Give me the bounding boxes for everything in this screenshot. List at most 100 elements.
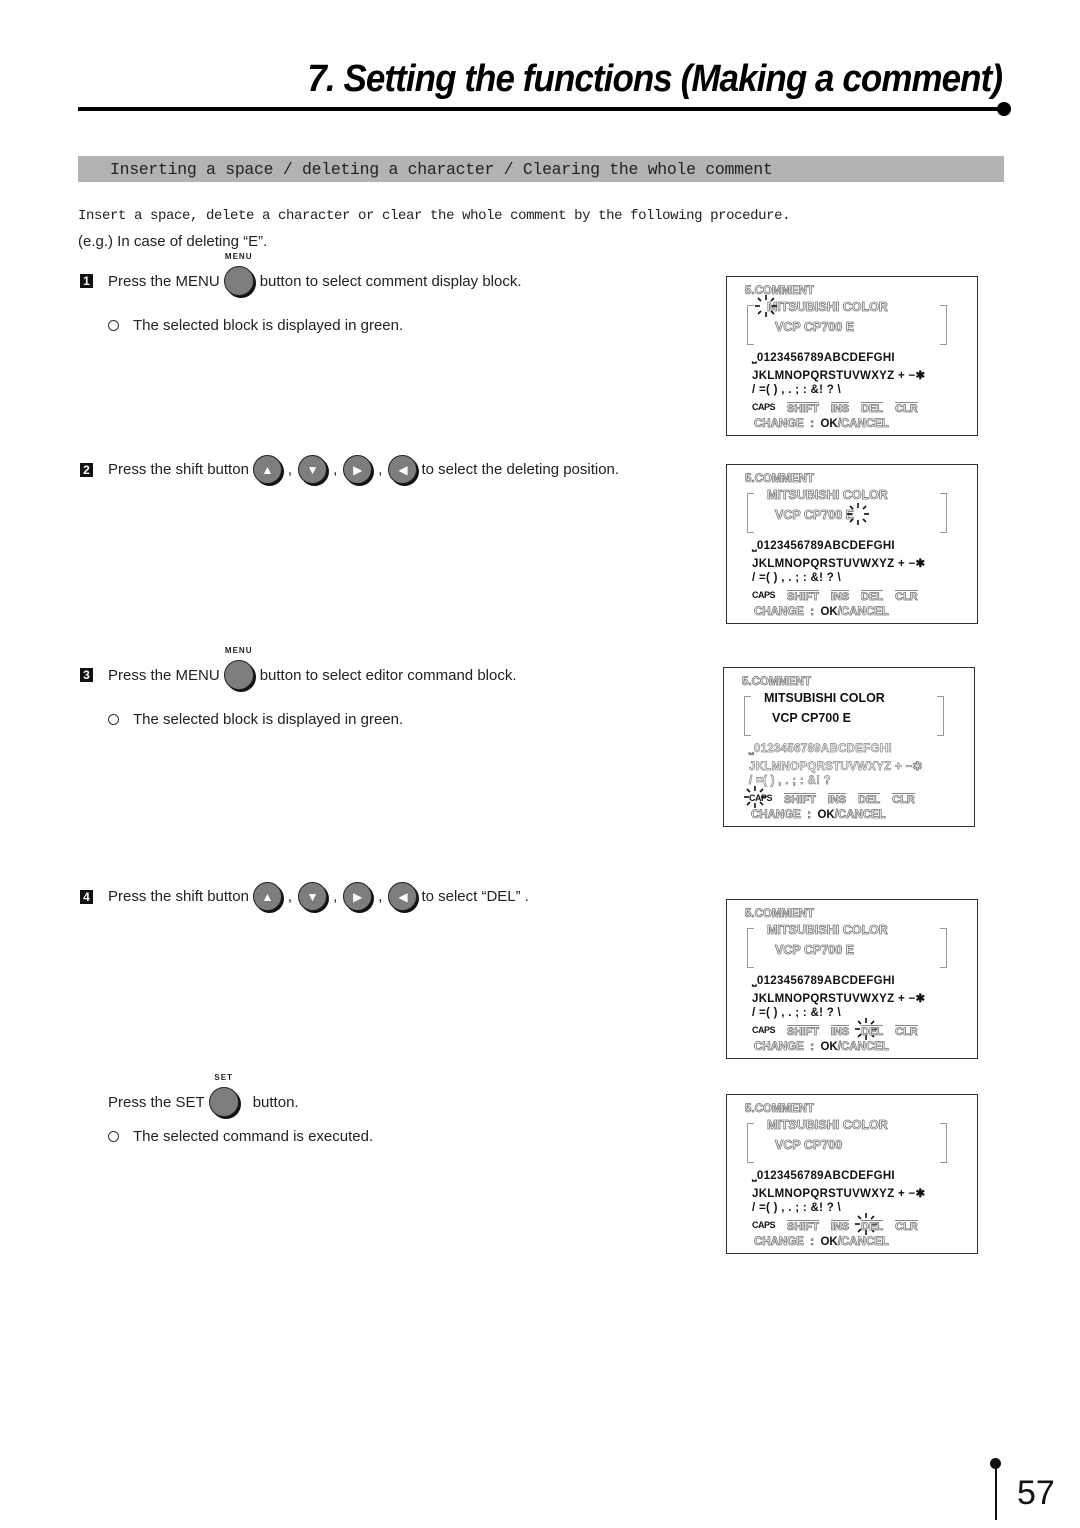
char-row-3: / =( ) , . ; : &! ? \: [752, 572, 842, 584]
cmd-del: DEL: [861, 1025, 884, 1038]
char-row-1: ⎵0123456789ABCDEFGHI: [752, 540, 895, 552]
cmd-del: DEL: [861, 590, 884, 603]
cancel-label: /CANCEL: [837, 606, 889, 619]
section-heading: Inserting a space / deleting a character…: [110, 160, 773, 179]
ok-label: OK: [820, 1236, 838, 1248]
colon: :: [807, 809, 812, 822]
cancel-label: /CANCEL: [837, 1041, 889, 1054]
cmd-clr: CLR: [895, 402, 918, 415]
step-number: [80, 1095, 93, 1109]
menu-button-icon: MENU: [223, 646, 254, 690]
change-row: CHANGE : OK/CANCEL: [751, 809, 887, 822]
step-text-after: to select “DEL” .: [421, 888, 529, 905]
bracket-left: [747, 1123, 754, 1163]
command-row: CAPS SHIFT INS DEL CLR: [752, 1025, 918, 1038]
step-text-before: Press the MENU: [108, 272, 220, 290]
step-1: 1 Press the MENU MENU button to select c…: [80, 252, 522, 296]
osd-screen-3: 5.COMMENT MITSUBISHI COLOR VCP CP700 E ⎵…: [723, 667, 975, 827]
right-arrow-button-icon: ▶: [343, 882, 373, 911]
page-number: 57: [1017, 1474, 1055, 1512]
cmd-shift: SHIFT: [787, 402, 819, 415]
cmd-ins: INS: [827, 793, 847, 806]
cmd-del: DEL: [861, 1220, 884, 1233]
cmd-caps: CAPS: [752, 1220, 776, 1230]
step-5: Press the SET SET button.: [80, 1073, 299, 1117]
bullet-circle-icon: [108, 1131, 119, 1142]
set-button-caption: SET: [214, 1073, 233, 1082]
comment-line-2: VCP CP700 E: [772, 711, 851, 725]
change-label: CHANGE: [754, 1041, 805, 1054]
bracket-right: [940, 305, 947, 345]
up-arrow-button-icon: ▲: [252, 882, 282, 911]
osd-screen-2: 5.COMMENT MITSUBISHI COLOR VCP CP700 E ⎵…: [726, 464, 978, 624]
cancel-label: /CANCEL: [837, 418, 889, 431]
ok-label: OK: [820, 1041, 838, 1053]
menu-button-caption: MENU: [224, 646, 253, 655]
bracket-right: [940, 1123, 947, 1163]
comment-line-1: MITSUBISHI COLOR: [767, 923, 889, 938]
bracket-left: [747, 305, 754, 345]
left-arrow-button-icon: ◀: [388, 882, 418, 911]
menu-button-caption: MENU: [224, 252, 253, 261]
bullet-circle-icon: [108, 320, 119, 331]
command-row: CAPS SHIFT INS DEL CLR: [752, 1220, 918, 1233]
change-row: CHANGE : OK/CANCEL: [754, 1236, 890, 1249]
step-3-note: The selected block is displayed in green…: [108, 711, 403, 728]
command-row: CAPS SHIFT INS DEL CLR: [749, 793, 915, 806]
cmd-caps: CAPS: [749, 793, 773, 803]
down-arrow-button-icon: ▼: [298, 455, 328, 484]
colon: :: [810, 1236, 815, 1249]
down-arrow-button-icon: ▼: [298, 882, 328, 911]
osd-screen-4: 5.COMMENT MITSUBISHI COLOR VCP CP700 E ⎵…: [726, 899, 978, 1059]
ok-label: OK: [820, 606, 838, 618]
note-text: The selected block is displayed in green…: [133, 711, 404, 728]
osd-title: 5.COMMENT: [742, 676, 812, 689]
step-text-before: Press the SET: [108, 1093, 205, 1111]
command-row: CAPS SHIFT INS DEL CLR: [752, 402, 918, 415]
step-number: 3: [80, 668, 93, 682]
colon: :: [810, 418, 815, 431]
cmd-ins: INS: [830, 402, 850, 415]
colon: :: [810, 606, 815, 619]
bracket-right: [940, 928, 947, 968]
cmd-caps: CAPS: [752, 590, 776, 600]
step-text-before: Press the shift button: [108, 888, 249, 905]
colon: :: [810, 1041, 815, 1054]
char-row-3: / =( ) , . ; : &! ? \: [752, 1007, 842, 1019]
comment-line-1: MITSUBISHI COLOR: [767, 1118, 889, 1133]
left-arrow-button-icon: ◀: [388, 455, 418, 484]
osd-title: 5.COMMENT: [745, 908, 815, 921]
cmd-ins: INS: [830, 1220, 850, 1233]
cmd-shift: SHIFT: [787, 1220, 819, 1233]
example-text: (e.g.) In case of deleting “E”.: [78, 233, 268, 250]
osd-screen-1: 5.COMMENT MITSUBISHI COLOR VCP CP700 E ⎵…: [726, 276, 978, 436]
cmd-caps: CAPS: [752, 1025, 776, 1035]
title-rule: [78, 107, 1006, 111]
cmd-shift: SHIFT: [784, 793, 816, 806]
cmd-shift: SHIFT: [787, 1025, 819, 1038]
comment-line-2: VCP CP700 E: [775, 943, 855, 958]
step-5-note: The selected command is executed.: [108, 1128, 373, 1145]
change-label: CHANGE: [754, 1236, 805, 1249]
ok-label: OK: [820, 418, 838, 430]
bullet-circle-icon: [108, 714, 119, 725]
char-row-2: JKLMNOPQRSTUVWXYZ + −✱: [752, 558, 926, 570]
section-heading-bar: Inserting a space / deleting a character…: [78, 156, 1004, 182]
step-number: 1: [80, 274, 93, 288]
bracket-right: [937, 696, 944, 736]
comment-line-1: MITSUBISHI COLOR: [767, 300, 889, 315]
char-row-3: / =( ) , . ; : &! ? \: [752, 384, 842, 396]
intro-text: Insert a space, delete a character or cl…: [78, 208, 791, 224]
page-marker-line: [995, 1464, 997, 1520]
change-label: CHANGE: [754, 606, 805, 619]
char-row-1: ⎵0123456789ABCDEFGHI: [752, 1170, 895, 1182]
note-text: The selected command is executed.: [133, 1128, 374, 1145]
bracket-right: [940, 493, 947, 533]
bracket-left: [747, 928, 754, 968]
cmd-caps: CAPS: [752, 402, 776, 412]
set-button-icon: SET: [208, 1073, 239, 1117]
ok-label: OK: [817, 809, 835, 821]
page-title: 7. Setting the functions (Making a comme…: [307, 58, 1003, 100]
step-3: 3 Press the MENU MENU button to select e…: [80, 646, 517, 690]
command-row: CAPS SHIFT INS DEL CLR: [752, 590, 918, 603]
